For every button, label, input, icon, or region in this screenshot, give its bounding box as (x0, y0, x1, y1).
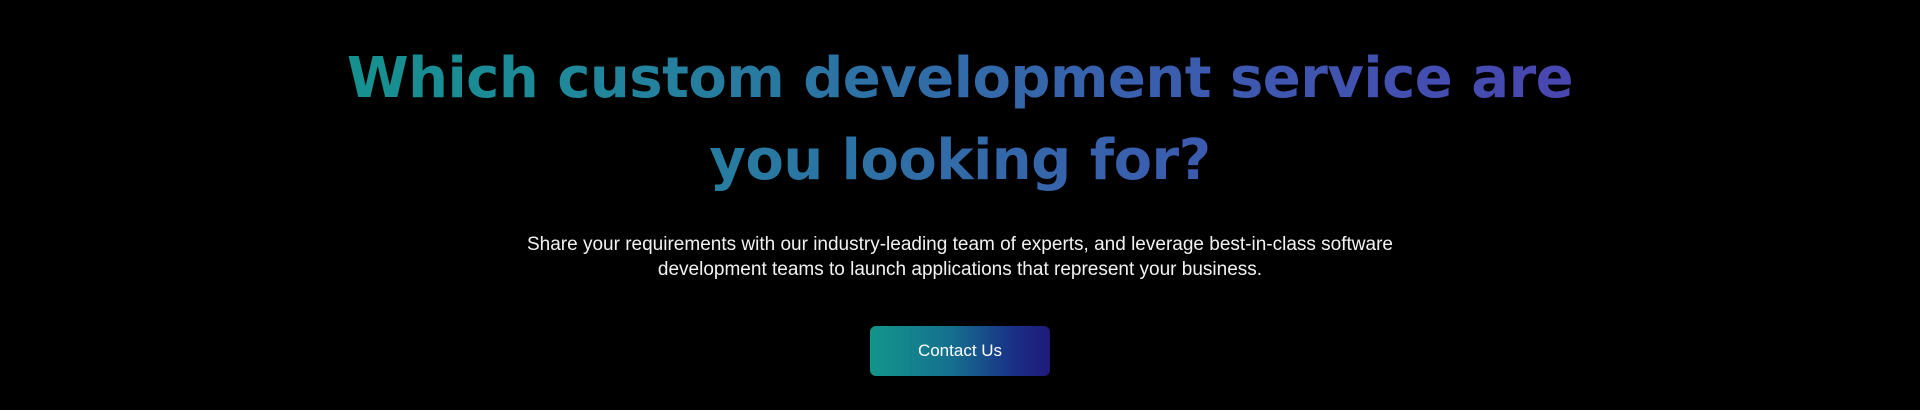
page-title: Which custom development service are you… (310, 38, 1610, 202)
contact-us-button[interactable]: Contact Us (870, 326, 1050, 376)
cta-description: Share your requirements with our industr… (527, 234, 1393, 280)
cta-section: Which custom development service are you… (0, 0, 1920, 410)
